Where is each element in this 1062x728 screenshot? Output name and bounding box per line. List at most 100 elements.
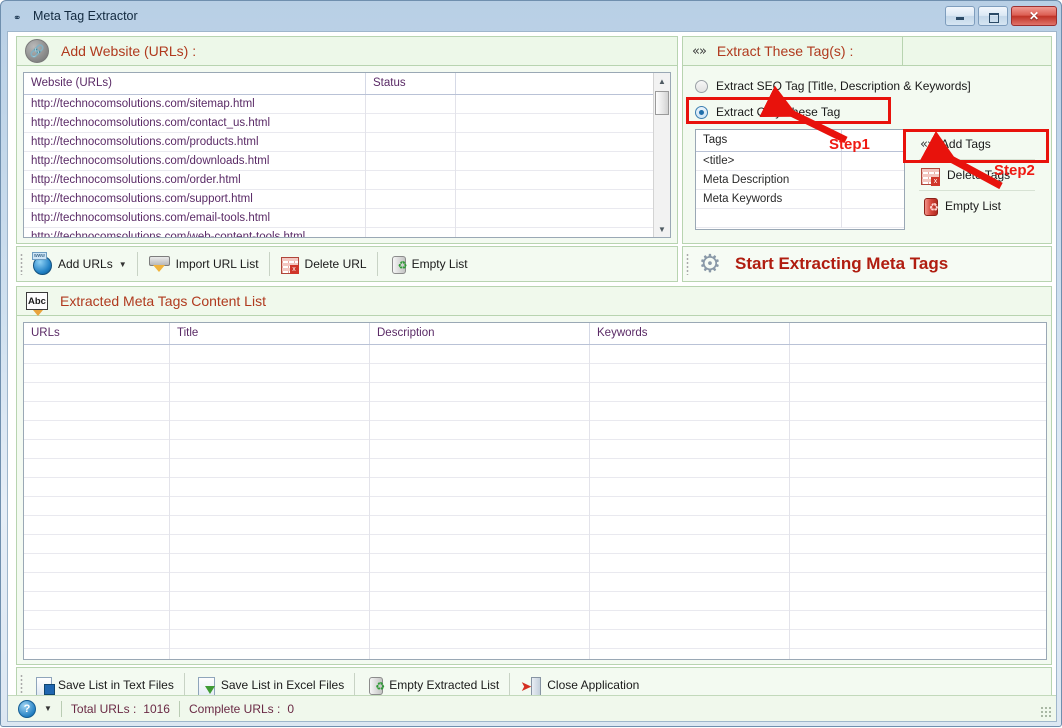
table-row[interactable] [24,421,1046,440]
table-cell [590,554,790,573]
scrollbar-thumb[interactable] [655,91,669,115]
toolbar-separator [376,252,378,276]
list-item[interactable]: <title> [696,152,904,171]
table-cell [590,630,790,649]
table-row[interactable] [24,345,1046,364]
table-cell [24,402,170,421]
extracted-col-urls[interactable]: URLs [24,323,170,344]
extract-only-these-option[interactable]: Extract Only These Tag [695,105,840,119]
table-cell [366,209,456,228]
import-url-list-button[interactable]: Import URL List [140,249,267,279]
tags-grid[interactable]: Tags <title> Meta Description Meta Keyword… [695,129,905,230]
extract-seo-option[interactable]: Extract SEO Tag [Title, Description & Ke… [695,79,971,93]
extracted-col-description[interactable]: Description [370,323,590,344]
table-row[interactable] [24,364,1046,383]
table-cell [370,592,590,611]
extracted-panel: Abc Extracted Meta Tags Content List URL… [16,286,1052,665]
empty-tags-list-button[interactable]: Empty List [911,191,1043,221]
save-text-label: Save List in Text Files [58,678,174,692]
table-row[interactable] [24,592,1046,611]
table-row[interactable] [24,478,1046,497]
app-icon: ⚭ [13,13,21,24]
table-row[interactable]: http://technocomsolutions.com/web-conten… [24,228,655,237]
table-cell [590,592,790,611]
status-bar: ? ▼ Total URLs : 1016 Complete URLs : 0 [8,695,1056,721]
close-button[interactable]: ✕ [1011,6,1057,26]
import-icon [148,253,170,275]
table-row[interactable] [24,573,1046,592]
table-row[interactable]: http://technocomsolutions.com/order.html [24,171,655,190]
table-row[interactable]: http://technocomsolutions.com/products.h… [24,133,655,152]
maximize-button[interactable] [978,6,1008,26]
table-row[interactable]: http://technocomsolutions.com/support.ht… [24,190,655,209]
table-row[interactable]: http://technocomsolutions.com/downloads.… [24,152,655,171]
tags-grid-col-tags[interactable]: Tags [696,130,842,151]
table-row[interactable] [24,611,1046,630]
scroll-up-icon[interactable]: ▲ [654,73,670,89]
table-row[interactable] [24,649,1046,659]
table-cell [790,535,1046,554]
table-row[interactable]: http://technocomsolutions.com/sitemap.ht… [24,95,655,114]
complete-urls-label: Complete URLs : [188,701,281,716]
extracted-col-keywords[interactable]: Keywords [590,323,790,344]
table-cell [590,478,790,497]
minimize-button[interactable] [945,6,975,26]
title-bar: ⚭ Meta Tag Extractor ✕ [1,1,1062,33]
table-row[interactable]: http://technocomsolutions.com/contact_us… [24,114,655,133]
table-cell: http://technocomsolutions.com/downloads.… [24,152,366,171]
table-cell [24,630,170,649]
recycle-bin-red-icon [924,198,939,216]
table-row[interactable] [24,630,1046,649]
toolbar-separator [136,252,138,276]
add-tags-button[interactable]: «» Add Tags [911,129,1043,159]
chevron-down-icon[interactable]: ▼ [44,704,52,713]
table-cell [24,554,170,573]
url-grid-col-website[interactable]: Website (URLs) [24,73,366,94]
table-row[interactable]: http://technocomsolutions.com/email-tool… [24,209,655,228]
table-row[interactable] [24,459,1046,478]
extracted-col-title[interactable]: Title [170,323,370,344]
resize-grip[interactable] [1040,706,1052,718]
list-item[interactable]: Meta Description [696,171,904,190]
recycle-bin-icon [391,256,407,274]
table-row[interactable] [24,535,1046,554]
extracted-grid[interactable]: URLs Title Description Keywords [23,322,1047,660]
save-document-icon [36,676,55,696]
url-grid-col-blank[interactable] [456,73,655,94]
close-application-label: Close Application [547,678,640,692]
table-row[interactable] [24,554,1046,573]
table-cell [790,383,1046,402]
table-delete-icon [280,257,299,274]
table-row[interactable] [24,516,1046,535]
tags-actions: «» Add Tags Delete Tags Empty List [911,129,1043,230]
scroll-down-icon[interactable]: ▼ [654,221,670,237]
add-urls-button[interactable]: Add URLs ▼ [25,249,135,279]
toolbar-grip [17,247,25,281]
table-cell [456,152,655,171]
chevron-down-icon[interactable]: ▼ [119,260,127,269]
extract-seo-radio[interactable] [695,79,708,93]
url-grid-scrollbar[interactable]: ▲ ▼ [653,73,670,237]
start-extracting-button[interactable]: ⚙ Start Extracting Meta Tags [682,246,1052,282]
header-divider [902,37,903,65]
url-grid-col-status[interactable]: Status [366,73,456,94]
help-icon[interactable]: ? [18,699,36,718]
application-window: ⚭ Meta Tag Extractor ✕ 🔗 Add Website (UR… [0,0,1062,727]
delete-url-button[interactable]: Delete URL [272,249,375,279]
table-cell [170,497,370,516]
list-item[interactable] [696,209,904,228]
table-row[interactable] [24,383,1046,402]
table-row[interactable] [24,402,1046,421]
empty-list-button[interactable]: Empty List [380,249,476,279]
table-row[interactable] [24,440,1046,459]
extract-only-these-radio[interactable] [695,105,708,119]
empty-tags-list-label: Empty List [945,199,1002,213]
table-cell [170,459,370,478]
table-cell: http://technocomsolutions.com/contact_us… [24,114,366,133]
table-cell [790,440,1046,459]
list-item[interactable]: Meta Keywords [696,190,904,209]
url-grid[interactable]: Website (URLs) Status http://technocomso… [23,72,671,238]
table-row[interactable] [24,497,1046,516]
table-cell [366,95,456,114]
extracted-col-blank[interactable] [790,323,1046,344]
